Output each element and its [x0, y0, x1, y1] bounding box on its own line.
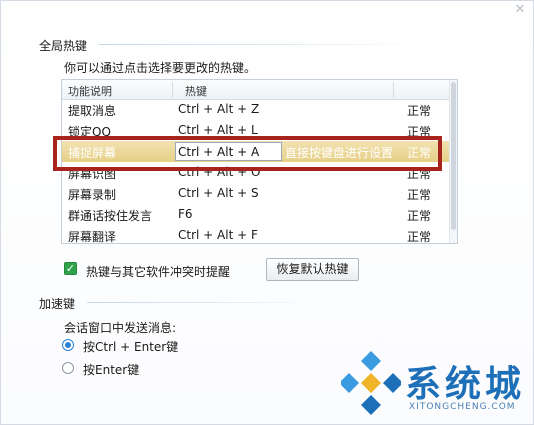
watermark: 系统城 XITONGCHENG.COM [341, 349, 531, 424]
table-row[interactable]: 群通话按住发言 F6 正常 [62, 204, 450, 225]
send-message-label: 会话窗口中发送消息: [64, 321, 177, 335]
section-divider [87, 302, 317, 303]
row-status: 正常 [407, 209, 432, 223]
row-function: 屏幕录制 [68, 188, 117, 202]
section-divider [99, 44, 419, 45]
conflict-alert-checkbox[interactable]: ✓ [64, 262, 77, 275]
table-row[interactable]: 提取消息 Ctrl + Alt + Z 正常 [62, 99, 450, 120]
row-hotkey: Ctrl + Alt + S [178, 186, 259, 200]
row-hotkey: Ctrl + Alt + Z [178, 102, 260, 116]
row-function: 屏幕翻译 [68, 230, 117, 244]
hotkey-settings-dialog: ✕ 全局热键 你可以通过点击选择要更改的热键。 功能说明 热键 提取消息 Ctr… [0, 0, 534, 425]
hotkey-table: 功能说明 热键 提取消息 Ctrl + Alt + Z 正常 锁定QQ Ctrl… [61, 79, 458, 244]
watermark-logo-icon [341, 351, 401, 415]
ctrl-enter-label[interactable]: 按Ctrl + Enter键 [83, 338, 178, 355]
column-header-hotkey[interactable]: 热键 [185, 83, 207, 99]
column-header-function[interactable]: 功能说明 [68, 83, 112, 99]
restore-default-hotkeys-button[interactable]: 恢复默认热键 [266, 258, 359, 281]
table-row[interactable]: 锁定QQ Ctrl + Alt + L 正常 [62, 120, 450, 141]
table-row-selected[interactable]: 捕捉屏幕 直接按键盘进行设置 正常 [62, 141, 450, 162]
row-hotkey: F6 [178, 207, 193, 221]
column-separator [172, 82, 173, 98]
scrollbar-thumb[interactable] [451, 82, 456, 230]
close-icon[interactable]: ✕ [513, 3, 527, 17]
row-function: 群通话按住发言 [68, 209, 153, 223]
table-row[interactable]: 屏幕翻译 Ctrl + Alt + F 正常 [62, 225, 450, 244]
ctrl-enter-radio[interactable] [62, 339, 74, 351]
table-header: 功能说明 热键 [62, 80, 450, 100]
hotkey-edit-input[interactable] [175, 142, 282, 161]
watermark-text: 系统城 [405, 364, 526, 405]
row-status: 正常 [407, 188, 432, 202]
hotkey-edit-hint: 直接按键盘进行设置 [285, 146, 394, 160]
row-status: 正常 [407, 104, 432, 118]
row-hotkey: Ctrl + Alt + F [178, 228, 258, 242]
row-status: 正常 [407, 167, 432, 181]
row-function: 捕捉屏幕 [68, 146, 117, 160]
row-function: 锁定QQ [68, 125, 111, 139]
row-status: 正常 [407, 146, 432, 160]
row-hotkey: Ctrl + Alt + O [178, 165, 261, 179]
enter-radio[interactable] [62, 362, 74, 374]
hotkey-hint-text: 你可以通过点击选择要更改的热键。 [64, 61, 257, 75]
column-separator [393, 82, 394, 98]
row-function: 屏幕识图 [68, 167, 117, 181]
enter-label[interactable]: 按Enter键 [83, 361, 139, 378]
row-hotkey: Ctrl + Alt + L [178, 123, 258, 137]
watermark-subtext: XITONGCHENG.COM [409, 402, 516, 412]
row-function: 提取消息 [68, 104, 117, 118]
global-hotkeys-title: 全局热键 [39, 39, 88, 53]
accelerator-title: 加速键 [39, 297, 76, 311]
table-row[interactable]: 屏幕录制 Ctrl + Alt + S 正常 [62, 183, 450, 204]
conflict-alert-label[interactable]: 热键与其它软件冲突时提醒 [86, 263, 230, 280]
table-scrollbar[interactable] [449, 80, 457, 243]
row-status: 正常 [407, 230, 432, 244]
row-status: 正常 [407, 125, 432, 139]
table-row[interactable]: 屏幕识图 Ctrl + Alt + O 正常 [62, 162, 450, 183]
